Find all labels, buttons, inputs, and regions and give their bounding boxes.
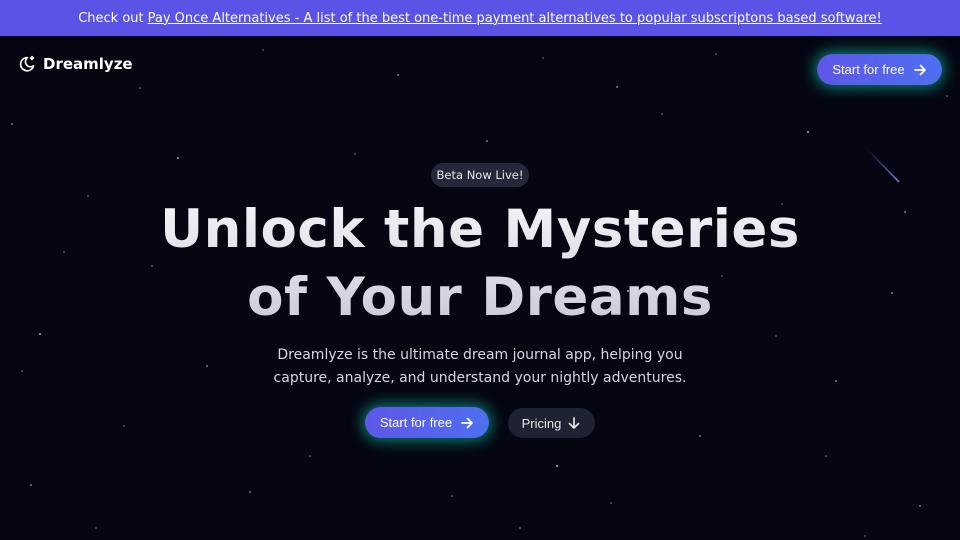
- banner-link[interactable]: Pay Once Alternatives - A list of the be…: [148, 11, 882, 26]
- banner-prefix: Check out: [78, 10, 144, 26]
- nav-start-free-button[interactable]: Start for free: [817, 54, 942, 85]
- announcement-banner: Check out Pay Once Alternatives - A list…: [0, 0, 960, 36]
- moon-sparkle-icon: [18, 55, 36, 73]
- shooting-star: [865, 147, 900, 183]
- hero-title-line-2: of Your Dreams: [247, 267, 713, 328]
- beta-badge: Beta Now Live!: [431, 163, 529, 187]
- pricing-label: Pricing: [521, 415, 562, 431]
- arrow-right-icon: [913, 63, 927, 77]
- hero-title: Unlock the Mysteries of Your Dreams: [0, 196, 960, 332]
- nav-start-free-label: Start for free: [832, 62, 905, 77]
- hero-subtitle: Dreamlyze is the ultimate dream journal …: [273, 347, 687, 386]
- brand-name: Dreamlyze: [43, 55, 133, 73]
- arrow-right-icon: [460, 416, 474, 430]
- arrow-down-icon: [567, 416, 581, 430]
- hero-start-free-label: Start for free: [379, 415, 453, 430]
- pricing-button[interactable]: Pricing: [508, 408, 595, 438]
- hero-title-line-1: Unlock the Mysteries: [160, 199, 800, 260]
- brand-logo[interactable]: Dreamlyze: [18, 53, 133, 75]
- hero-start-free-button[interactable]: Start for free: [365, 407, 489, 438]
